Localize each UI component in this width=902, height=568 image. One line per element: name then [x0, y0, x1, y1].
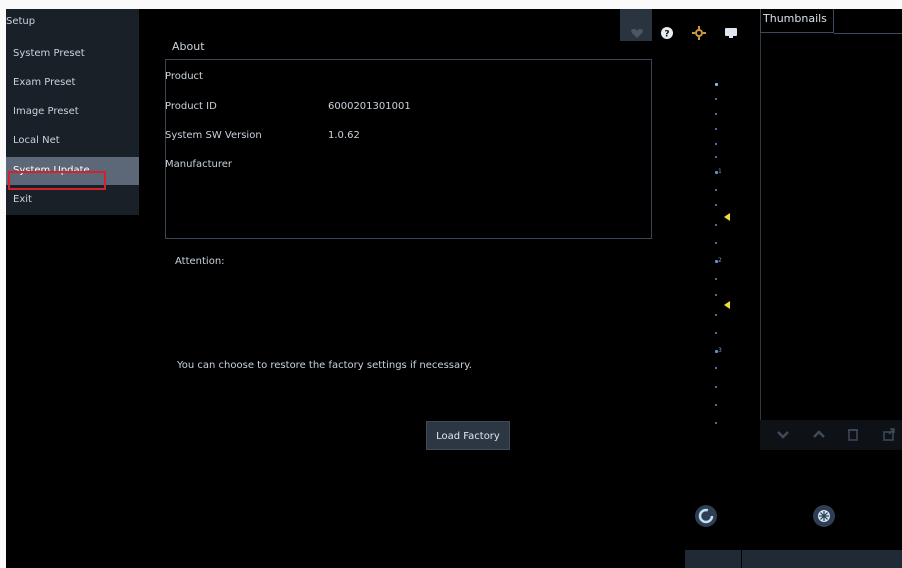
top-toolbar: ?: [620, 9, 760, 41]
depth-scale: 1 2 3: [700, 76, 740, 436]
about-title: About: [172, 40, 205, 53]
scale-dot: [715, 386, 717, 388]
menu-item-exit[interactable]: Exit: [6, 186, 139, 214]
menu-item-local-net[interactable]: Local Net: [6, 127, 139, 155]
scale-dot: [715, 128, 717, 130]
menu-item-system-preset[interactable]: System Preset: [6, 40, 139, 68]
refresh-button[interactable]: [695, 505, 717, 527]
manufacturer-label: Manufacturer: [165, 159, 232, 170]
scale-dot: [715, 83, 718, 86]
focus-marker: [724, 301, 730, 309]
scale-dot: [715, 143, 717, 145]
scale-dot: [715, 367, 717, 369]
scale-dot: [715, 242, 717, 244]
scale-dot: [715, 98, 717, 100]
monitor-icon[interactable]: [724, 26, 738, 40]
top-strip: [0, 0, 902, 9]
scale-dot: [715, 404, 717, 406]
chevron-up-icon[interactable]: [812, 427, 826, 441]
scale-label-3: 3: [718, 347, 722, 354]
bottom-bar-left[interactable]: [685, 550, 741, 568]
help-icon[interactable]: ?: [660, 26, 674, 40]
bottom-bar-right[interactable]: [742, 550, 902, 568]
heart-icon[interactable]: [630, 26, 644, 40]
setup-menu: Setup System Preset Exam Preset Image Pr…: [6, 9, 139, 215]
thumbnails-panel: [760, 9, 902, 450]
menu-item-image-preset[interactable]: Image Preset: [6, 98, 139, 126]
scale-dot: [715, 314, 717, 316]
product-id-label: Product ID: [165, 101, 217, 112]
product-label: Product: [165, 71, 203, 82]
scale-dot: [715, 332, 717, 334]
settings-gear-icon[interactable]: [692, 26, 706, 40]
scale-dot: [715, 278, 717, 280]
sw-version-label: System SW Version: [165, 130, 262, 141]
freeze-button[interactable]: [813, 505, 835, 527]
freeze-icon: [818, 510, 830, 522]
scale-dot: [715, 294, 717, 296]
scale-dot: [715, 224, 717, 226]
trash-icon[interactable]: [846, 427, 860, 441]
scale-dot: [715, 204, 717, 206]
scale-dot: [715, 113, 717, 115]
menu-item-system-update[interactable]: System Update: [6, 157, 139, 185]
product-id-value: 6000201301001: [328, 101, 411, 112]
scale-dot: [715, 156, 717, 158]
scale-dot: [715, 422, 717, 424]
scale-dot: [715, 189, 717, 191]
scale-label-1: 1: [718, 168, 722, 175]
load-factory-button[interactable]: Load Factory: [426, 421, 510, 450]
about-box: [165, 59, 652, 239]
export-icon[interactable]: [882, 427, 896, 441]
menu-title: Setup: [6, 16, 36, 27]
focus-marker: [724, 213, 730, 221]
svg-text:?: ?: [664, 30, 669, 40]
menu-item-exam-preset[interactable]: Exam Preset: [6, 69, 139, 97]
sw-version-value: 1.0.62: [328, 130, 360, 141]
scale-label-2: 2: [718, 257, 722, 264]
tab-divider: [834, 33, 902, 34]
refresh-icon: [698, 508, 714, 524]
chevron-down-icon[interactable]: [776, 427, 790, 441]
attention-label: Attention:: [175, 256, 225, 267]
thumbnails-tab[interactable]: Thumbnails: [760, 9, 834, 33]
restore-message: You can choose to restore the factory se…: [177, 360, 472, 371]
